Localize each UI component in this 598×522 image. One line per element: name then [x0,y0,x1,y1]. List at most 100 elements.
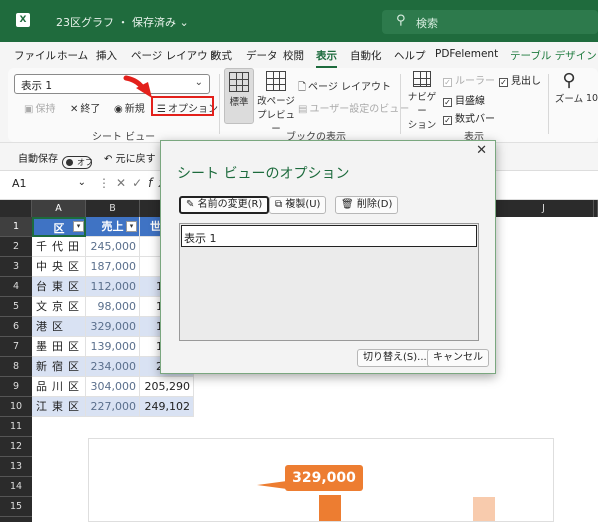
select-all-corner[interactable] [0,200,32,217]
search-box[interactable]: ⚲ 検索 [382,10,598,34]
navigation-icon [413,71,431,87]
tab-file[interactable]: ファイル [14,48,56,63]
autosave-toggle[interactable]: 自動保存 オフ [18,150,93,169]
table-cell[interactable]: 234,000 [86,357,140,377]
zoom-100-button[interactable]: 10 [586,68,598,124]
tab-view[interactable]: 表示 [316,48,337,68]
row-header[interactable]: 8 [0,357,32,377]
row-header[interactable]: 3 [0,257,32,277]
table-cell[interactable]: 千代田区 [32,237,86,257]
table-cell[interactable]: 245,000 [86,237,140,257]
table-cell[interactable]: 中央区 [32,257,86,277]
sheet-view-select[interactable]: 表示 1 ⌄ [14,74,210,94]
title-bar: X 23区グラフ ・ 保存済み ⌄ ⚲ 検索 [0,0,598,42]
options-highlight-box [151,96,214,116]
table-cell[interactable]: 文京区 [32,297,86,317]
gridlines-checkbox[interactable]: ✓ 目盛線 [443,92,485,107]
list-item[interactable]: 表示 1 [181,225,477,247]
ruler-checkbox[interactable]: ✓ ルーラー [443,72,495,87]
table-cell[interactable]: 187,000 [86,257,140,277]
column-header[interactable]: A [32,200,86,217]
tab-review[interactable]: 校閲 [283,48,304,63]
filter-dropdown-icon[interactable]: ▾ [126,221,137,232]
chevron-down-icon: ⌄ [77,177,86,188]
table-cell[interactable]: 139,000 [86,337,140,357]
sheet-view-options-dialog: ✕ シート ビューのオプション ✎ 名前の変更(R) ⧉ 複製(U) 🗑 削除(… [160,140,496,374]
zoom-button[interactable]: ⚲ ズーム [554,68,584,124]
tab-insert[interactable]: 挿入 [96,48,117,63]
close-icon[interactable]: ✕ [476,143,487,158]
trash-icon: 🗑 [341,199,354,210]
revert-button[interactable]: ↶ 元に戻す [104,150,156,165]
table-cell[interactable]: 江東区 [32,397,86,417]
formula-bar-checkbox[interactable]: ✓ 数式バー [443,110,495,125]
cancel-icon[interactable]: ✕ [116,176,132,190]
keep-view-button[interactable]: ▣ 保持 [24,100,55,115]
table-cell[interactable]: 112,000 [86,277,140,297]
table-cell[interactable]: 205,290 [140,377,194,397]
table-cell[interactable]: 台東区 [32,277,86,297]
chevron-down-icon: ⌄ [194,77,203,88]
rename-button[interactable]: ✎ 名前の変更(R) [179,196,270,214]
table-cell[interactable]: 304,000 [86,377,140,397]
column-header[interactable]: J [494,200,594,217]
sheet-view-selected: 表示 1 [21,80,53,92]
copy-icon: ⧉ [275,199,283,210]
table-cell[interactable]: 新宿区 [32,357,86,377]
embedded-chart[interactable]: 329,000 [88,438,554,522]
table-cell[interactable]: 墨田区 [32,337,86,357]
navigation-button[interactable]: ナビゲー ション [404,68,440,131]
page-icon: 🗋 [298,82,307,93]
row-header[interactable]: 9 [0,377,32,397]
cancel-button[interactable]: キャンセル [427,349,489,367]
name-box[interactable]: A1 ⌄ [12,177,88,195]
row-header[interactable]: 5 [0,297,32,317]
column-header[interactable]: B [86,200,140,217]
table-cell[interactable]: 品川区 [32,377,86,397]
row-header[interactable]: 13 [0,457,32,477]
row-header[interactable]: 2 [0,237,32,257]
tab-help[interactable]: ヘルプ [394,48,426,63]
row-header[interactable]: 14 [0,477,32,497]
tab-home[interactable]: ホーム [57,48,88,63]
filter-dropdown-icon[interactable]: ▾ [73,221,84,232]
enter-icon[interactable]: ✓ [132,176,148,190]
table-cell[interactable]: 98,000 [86,297,140,317]
delete-button[interactable]: 🗑 削除(D) [335,196,399,214]
table-cell[interactable]: 227,000 [86,397,140,417]
row-header[interactable]: 16 [0,517,32,522]
tab-formulas[interactable]: 数式 [211,48,232,63]
page-layout-view-button[interactable]: 🗋 ページ レイアウト [298,78,391,97]
tab-automate[interactable]: 自動化 [350,48,382,63]
search-placeholder[interactable]: 検索 [416,15,438,31]
page-break-preview-button[interactable]: 改ページ プレビュー [256,68,296,135]
duplicate-button[interactable]: ⧉ 複製(U) [269,196,327,214]
sheet-views-list[interactable]: 表示 1 [179,223,479,341]
row-header[interactable]: 11 [0,417,32,437]
row-header[interactable]: 1 [0,217,32,237]
tab-page-layout[interactable]: ページ レイアウト [131,48,218,63]
tab-data[interactable]: データ [246,48,278,63]
switch-to-button[interactable]: 切り替え(S)... [357,349,433,367]
sheet-view-group-label: シート ビュー [92,132,156,143]
new-view-button[interactable]: ◉ 新規 [114,100,145,115]
custom-views-button[interactable]: ▤ ユーザー設定のビュー [298,100,409,115]
row-header[interactable]: 4 [0,277,32,297]
tab-pdfelement[interactable]: PDFelement [435,48,498,60]
divider [548,74,549,134]
more-icon[interactable]: ⋮ [98,176,116,190]
normal-view-button[interactable]: 標準 [224,68,254,124]
exit-view-button[interactable]: ✕ 終了 [70,100,100,115]
table-cell[interactable]: 329,000 [86,317,140,337]
row-header[interactable]: 15 [0,497,32,517]
table-cell[interactable]: 249,102 [140,397,194,417]
table-cell[interactable]: 港区 [32,317,86,337]
column-header[interactable] [594,200,598,217]
row-header[interactable]: 10 [0,397,32,417]
row-header[interactable]: 7 [0,337,32,357]
tab-table-design[interactable]: テーブル デザイン [510,48,597,63]
chart-bar [473,497,495,521]
headings-checkbox[interactable]: ✓ 見出し [499,72,541,87]
row-header[interactable]: 6 [0,317,32,337]
row-header[interactable]: 12 [0,437,32,457]
